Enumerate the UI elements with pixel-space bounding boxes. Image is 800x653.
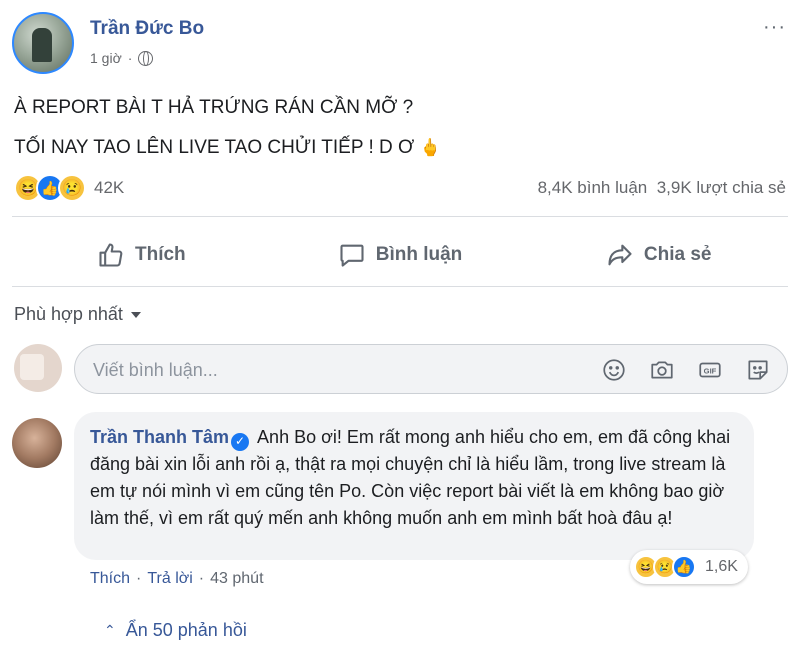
chevron-up-icon: ⌃ [104, 622, 116, 638]
comment-like-reaction-icon: 👍 [672, 555, 696, 579]
comment-label: Bình luận [375, 244, 463, 265]
comment-reply-link[interactable]: Trả lời [147, 570, 192, 588]
comment-input-box[interactable]: GIF [74, 344, 788, 394]
post-stats: 😆 👍 😢 42K 8,4K bình luận 3,9K lượt chia … [14, 174, 786, 206]
like-label: Thích [135, 244, 186, 265]
more-options-icon[interactable]: ··· [763, 16, 786, 39]
globe-icon[interactable] [138, 50, 154, 66]
post-line-2: TỐI NAY TAO LÊN LIVE TAO CHỬI TIẾP ! D Ơ… [14, 128, 441, 168]
comment-composer: GIF [14, 340, 788, 396]
engagement-counts: 8,4K bình luận 3,9K lượt chia sẻ [538, 178, 786, 198]
comment-reaction-summary[interactable]: 😆 😢 👍 1,6K [630, 550, 748, 584]
comment-count[interactable]: 8,4K bình luận [538, 178, 648, 197]
middle-finger-icon: 🖕 [419, 138, 441, 157]
comment-sep-1: · [136, 570, 142, 587]
comment-time[interactable]: 43 phút [210, 570, 263, 588]
post-meta: 1 giờ · [90, 50, 154, 66]
author-avatar[interactable] [12, 12, 74, 74]
sort-label: Phù hợp nhất [14, 304, 123, 324]
comment-bubble-icon [340, 244, 364, 267]
comment-sort-dropdown[interactable]: Phù hợp nhất [14, 304, 141, 325]
comment: Trần Thanh Tâm ✓ Anh Bo ơi! Em rất mong a… [12, 412, 788, 612]
comment-bubble: Trần Thanh Tâm ✓ Anh Bo ơi! Em rất mong a… [74, 412, 754, 560]
post-header: Trần Đức Bo 1 giờ · ··· [12, 12, 788, 76]
meta-separator: · [127, 50, 133, 66]
current-user-avatar[interactable] [14, 344, 62, 392]
comment-actions: Thích · Trả lời · 43 phút [90, 570, 264, 588]
like-button[interactable]: Thích [12, 228, 271, 282]
share-count[interactable]: 3,9K lượt chia sẻ [657, 178, 786, 197]
sad-reaction-icon: 😢 [58, 174, 86, 202]
hide-replies-link[interactable]: ⌃ Ẩn 50 phản hồi [104, 620, 247, 641]
comment-sep-2: · [198, 570, 205, 587]
divider-top [12, 216, 788, 217]
sticker-icon[interactable] [745, 357, 771, 383]
post-body: À REPORT BÀI T HẢ TRỨNG RÁN CẦN MỠ ? TỐI… [14, 88, 441, 168]
commenter-avatar[interactable] [12, 418, 62, 468]
comment-input[interactable] [93, 357, 573, 383]
post-action-bar: Thích Bình luận Chia sẻ [12, 228, 788, 282]
composer-tools: GIF [601, 357, 771, 383]
hide-replies-label: Ẩn 50 phản hồi [125, 620, 247, 640]
post-time[interactable]: 1 giờ [90, 50, 122, 66]
camera-icon[interactable] [649, 357, 675, 383]
share-button[interactable]: Chia sẻ [529, 228, 788, 282]
post-line-1: À REPORT BÀI T HẢ TRỨNG RÁN CẦN MỠ ? [14, 97, 414, 118]
reaction-count[interactable]: 42K [94, 178, 124, 198]
gif-icon[interactable]: GIF [697, 357, 723, 383]
post-line-2-text: TỐI NAY TAO LÊN LIVE TAO CHỬI TIẾP ! D Ơ [14, 137, 415, 158]
verified-badge-icon: ✓ [231, 432, 250, 451]
thumbs-up-icon [99, 243, 123, 267]
author-name[interactable]: Trần Đức Bo [90, 18, 204, 40]
comment-button[interactable]: Bình luận [271, 228, 530, 282]
share-arrow-icon [608, 244, 632, 266]
svg-text:GIF: GIF [704, 366, 717, 375]
share-label: Chia sẻ [643, 244, 712, 265]
comment-reaction-count: 1,6K [705, 558, 738, 575]
comment-like-link[interactable]: Thích [90, 570, 130, 588]
emoji-icon[interactable] [601, 357, 627, 383]
commenter-name[interactable]: Trần Thanh Tâm [90, 427, 229, 447]
reaction-summary[interactable]: 😆 👍 😢 42K [14, 174, 124, 202]
caret-down-icon [130, 311, 141, 318]
divider-bottom [12, 286, 788, 287]
